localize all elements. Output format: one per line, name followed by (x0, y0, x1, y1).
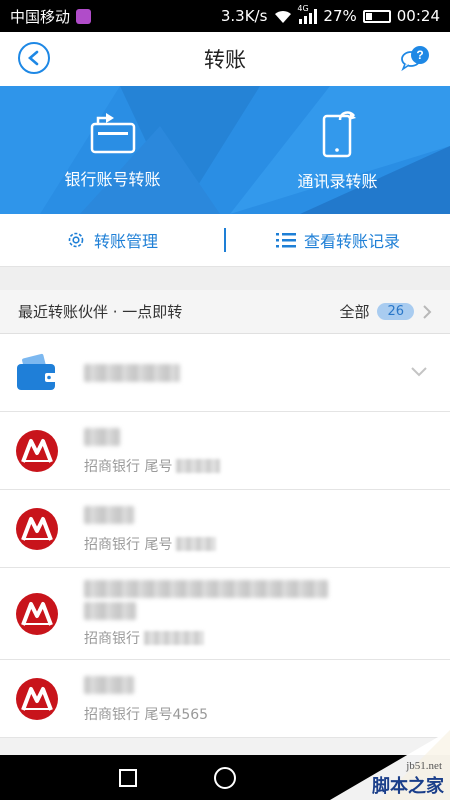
contacts-transfer-label: 通讯录转账 (297, 172, 378, 191)
partner-bank-info: 招商银行 (84, 631, 140, 647)
watermark-brand: 脚本之家 (372, 776, 444, 797)
transfer-records-button[interactable]: 查看转账记录 (226, 228, 450, 252)
svg-text:?: ? (416, 48, 423, 62)
battery-percent: 27% (323, 7, 357, 25)
account-tail-redacted (176, 459, 221, 473)
partner-name-redacted (84, 364, 180, 382)
page-title: 转账 (204, 48, 246, 72)
chevron-right-icon (423, 304, 432, 319)
partner-account: 招商银行 尾号 (84, 456, 221, 476)
chevron-down-icon[interactable] (410, 366, 428, 377)
account-tail-redacted (176, 537, 217, 551)
list-item[interactable]: 招商银行 (0, 568, 450, 660)
partner-name-redacted (84, 506, 134, 524)
phone-transfer-icon (322, 111, 356, 158)
partner-bank-info: 招商银行 尾号 (84, 459, 173, 475)
partner-name-redacted (84, 676, 134, 694)
clock: 00:24 (396, 7, 440, 25)
cmb-bank-logo-icon (16, 678, 58, 720)
list-item[interactable]: 招商银行 尾号4565 (0, 660, 450, 738)
watermark: jb51.net 脚本之家 (310, 730, 450, 800)
carrier-group: 中国移动 (10, 6, 92, 27)
network-speed: 3.3K/s (220, 7, 268, 25)
recent-partners-title: 最近转账伙伴 · 一点即转 (18, 303, 183, 321)
view-all-label: 全部 (339, 303, 370, 321)
partner-bank-info: 招商银行 尾号 (84, 537, 173, 553)
watermark-site: jb51.net (406, 760, 442, 772)
list-icon (275, 233, 296, 248)
view-all-button[interactable]: 全部 26 (339, 301, 432, 322)
title-bar: 转账 ? (0, 32, 450, 86)
status-right: 3.3K/s 4G 27% 00:24 (220, 4, 440, 25)
transfer-toolbar: 转账管理 查看转账记录 (0, 214, 450, 266)
recent-partners-header: 最近转账伙伴 · 一点即转 全部 26 (0, 290, 450, 334)
list-item[interactable] (0, 334, 450, 412)
account-tail-redacted (144, 631, 204, 645)
cmb-bank-logo-icon (16, 593, 58, 635)
partner-account: 招商银行 (84, 628, 204, 648)
network-type: 4G (297, 4, 309, 13)
partner-bank-info: 招商银行 尾号4565 (84, 707, 209, 723)
gear-icon (68, 232, 84, 248)
partner-list: 招商银行 尾号 招商银行 尾号 招商银行 招商银行 尾号4565 (0, 334, 450, 738)
partner-name-redacted (84, 580, 328, 598)
bank-account-transfer[interactable]: 银行账号转账 (0, 86, 225, 214)
cmb-bank-logo-icon (16, 430, 58, 472)
battery-icon (362, 9, 391, 23)
home-icon[interactable] (213, 766, 237, 790)
signal-icon: 4G (297, 4, 318, 24)
count-badge: 26 (377, 303, 414, 320)
wallet-icon (17, 353, 57, 390)
list-item[interactable]: 招商银行 尾号 (0, 490, 450, 568)
transfer-manage-button[interactable]: 转账管理 (0, 228, 224, 252)
contacts-transfer[interactable]: 通讯录转账 (225, 86, 450, 214)
carrier-name: 中国移动 (10, 7, 71, 26)
partner-name-redacted-line2 (84, 602, 136, 620)
chat-help-icon[interactable]: ? (400, 44, 430, 72)
recent-apps-icon[interactable] (118, 768, 138, 788)
bank-card-transfer-icon (90, 113, 135, 154)
back-icon[interactable] (18, 42, 50, 74)
bank-transfer-label: 银行账号转账 (64, 170, 161, 189)
status-bar: 中国移动 3.3K/s 4G 27% 00:24 (0, 0, 450, 32)
list-item[interactable]: 招商银行 尾号 (0, 412, 450, 490)
transfer-manage-label: 转账管理 (93, 232, 158, 251)
sim-icon (76, 8, 92, 24)
partner-account: 招商银行 尾号 (84, 534, 217, 554)
partner-account: 招商银行 尾号4565 (84, 704, 208, 724)
wifi-icon (275, 10, 292, 23)
transfer-records-label: 查看转账记录 (303, 232, 400, 251)
cmb-bank-logo-icon (16, 508, 58, 550)
partner-name-redacted (84, 428, 120, 446)
transfer-banner: 银行账号转账 通讯录转账 (0, 86, 450, 214)
section-gap (0, 266, 450, 290)
